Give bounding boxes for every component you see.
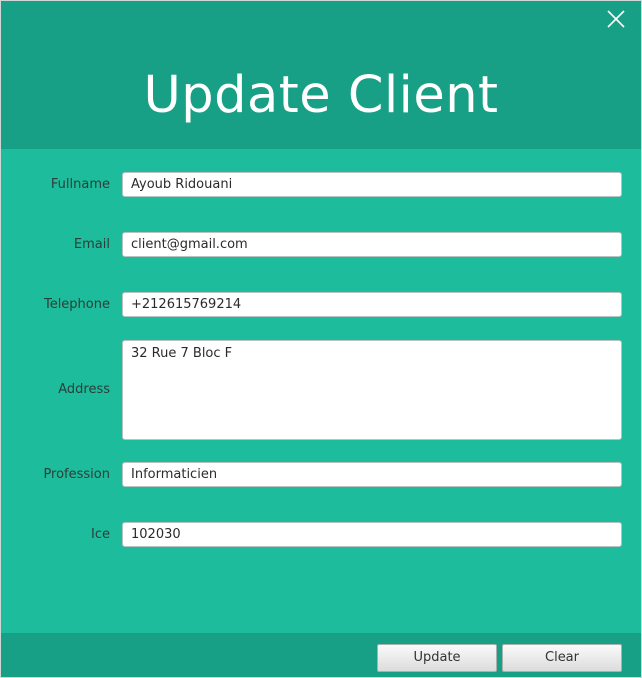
address-field[interactable]: 32 Rue 7 Bloc F [122, 340, 622, 440]
profession-field[interactable] [122, 462, 622, 487]
profession-label: Profession [43, 467, 110, 482]
fullname-field[interactable] [122, 172, 622, 197]
telephone-field[interactable] [122, 292, 622, 317]
update-button[interactable]: Update [377, 644, 497, 672]
page-title: Update Client [143, 66, 499, 125]
fullname-label: Fullname [50, 177, 110, 192]
close-icon [607, 10, 625, 28]
telephone-label: Telephone [43, 297, 110, 312]
close-button[interactable] [604, 7, 628, 31]
address-label: Address [58, 382, 110, 397]
update-client-window: Update Client Fullname Email Telephone A… [0, 0, 642, 678]
ice-label: Ice [91, 527, 110, 542]
clear-button[interactable]: Clear [502, 644, 622, 672]
header-bar: Update Client [1, 1, 641, 149]
email-label: Email [73, 237, 110, 252]
email-field[interactable] [122, 232, 622, 257]
ice-field[interactable] [122, 522, 622, 547]
